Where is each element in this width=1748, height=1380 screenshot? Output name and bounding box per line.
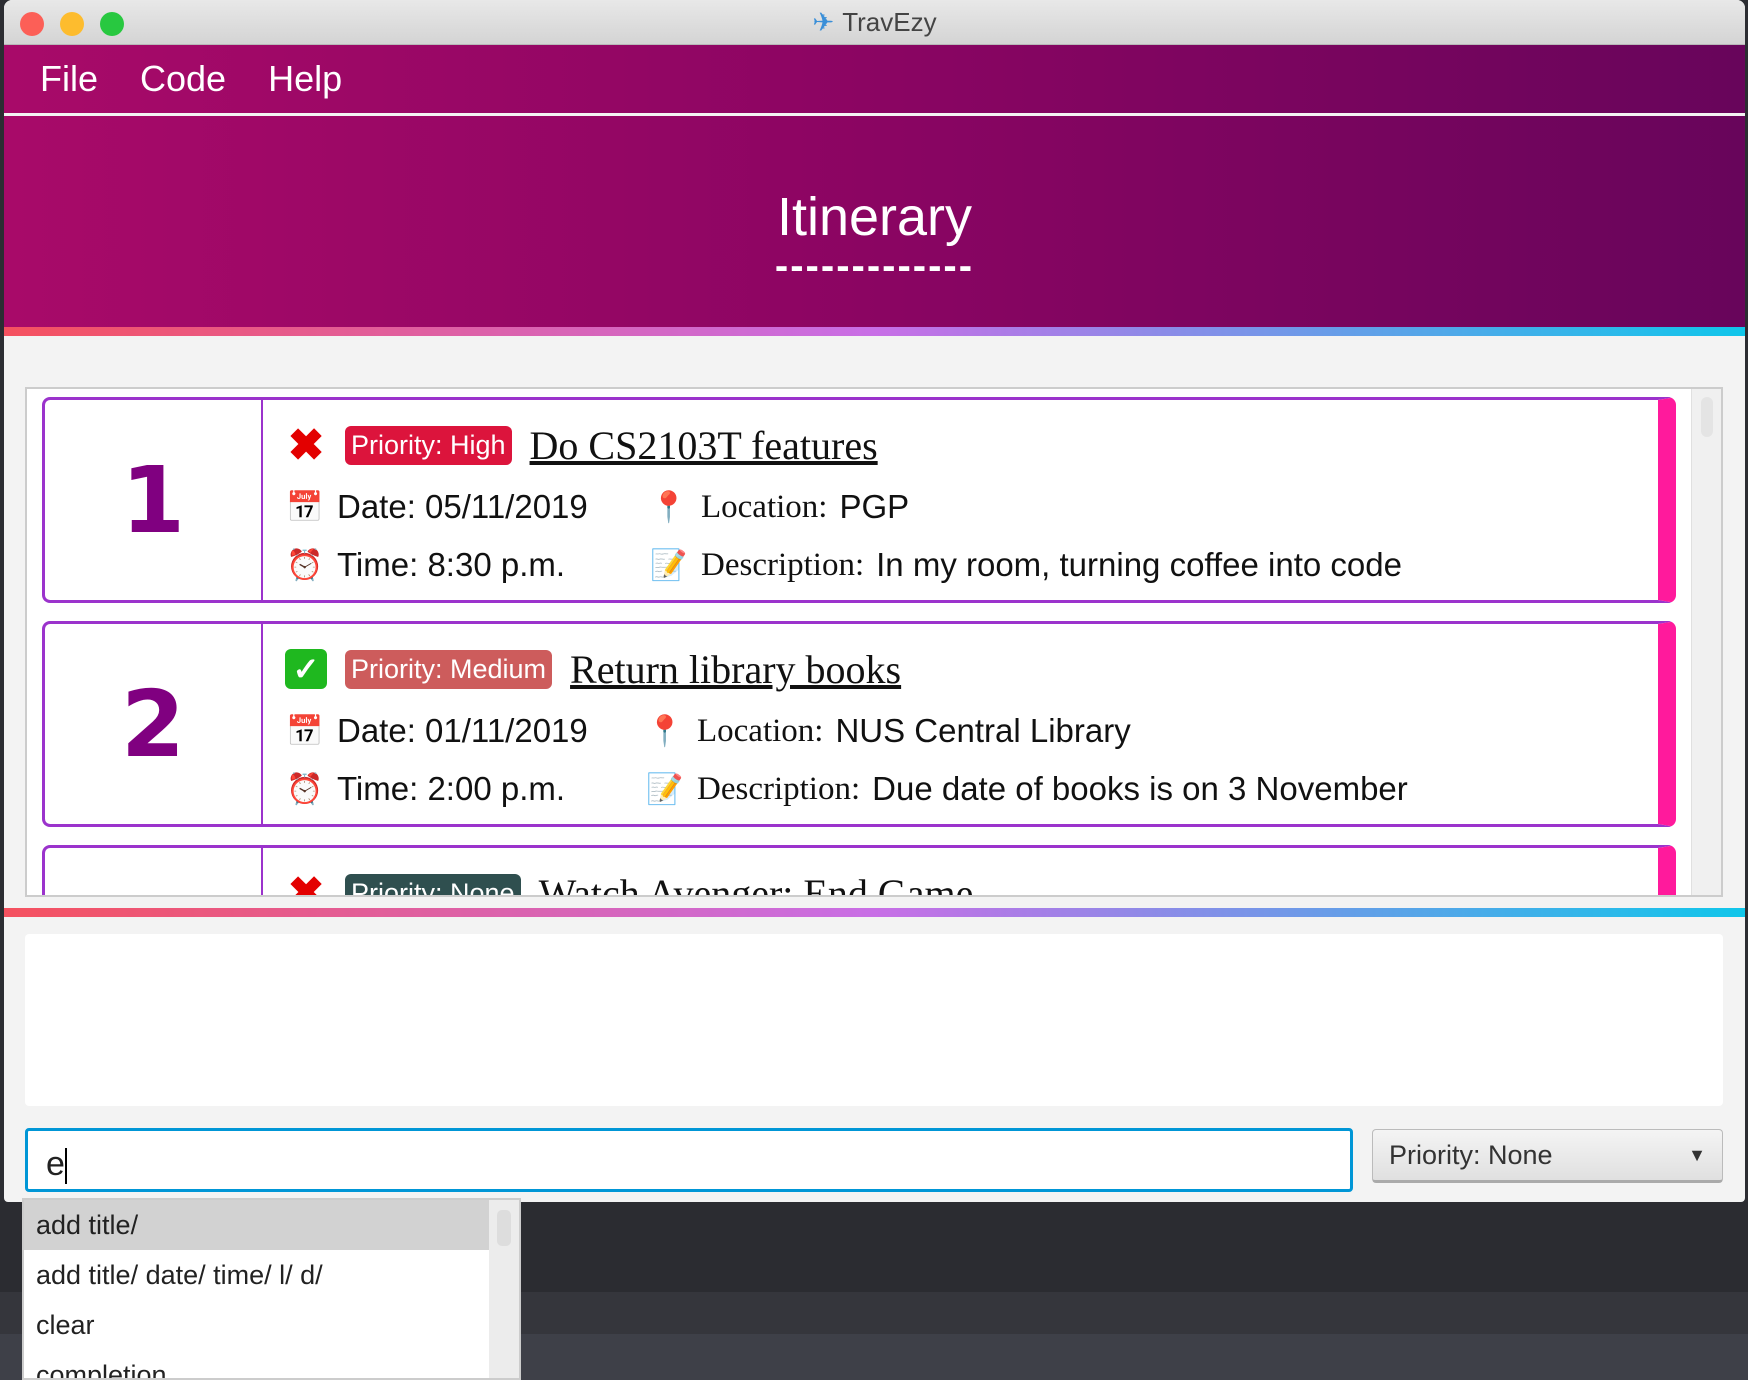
item-index: 1 xyxy=(45,400,263,600)
autocomplete-item[interactable]: add title/ xyxy=(24,1200,489,1250)
autocomplete-item[interactable]: add title/ date/ time/ l/ d/ xyxy=(24,1250,489,1300)
description-label: Description: xyxy=(697,770,861,807)
priority-select[interactable]: Priority: None ▼ xyxy=(1372,1129,1723,1183)
autocomplete-item[interactable]: clear xyxy=(24,1300,489,1350)
item-location: PGP xyxy=(839,488,910,525)
check-icon: ✓ xyxy=(285,649,327,689)
result-display xyxy=(25,934,1723,1106)
menu-bar: File Code Help xyxy=(4,45,1745,113)
autocomplete-item[interactable]: completion xyxy=(24,1350,489,1378)
cross-icon: ✖ xyxy=(287,868,325,897)
pin-icon: 📍 xyxy=(650,490,688,524)
cross-icon: ✖ xyxy=(287,420,325,470)
alarm-clock-icon: ⏰ xyxy=(286,548,324,582)
description-label: Description: xyxy=(701,546,865,583)
item-title: Watch Avenger: End Game xyxy=(538,870,974,897)
maximize-button[interactable] xyxy=(100,12,124,36)
itinerary-card[interactable]: 2 ✓ Priority: Medium Return library book… xyxy=(42,621,1676,827)
autocomplete-popup: add title/ add title/ date/ time/ l/ d/ … xyxy=(22,1198,521,1380)
alarm-clock-icon: ⏰ xyxy=(286,772,324,806)
divider xyxy=(4,908,1745,917)
item-time: Time: 8:30 p.m. xyxy=(337,546,566,583)
autocomplete-scrollbar[interactable] xyxy=(489,1200,519,1378)
item-title: Do CS2103T features xyxy=(529,422,878,468)
title-underline: ------------- xyxy=(774,244,975,288)
page-title: Itinerary xyxy=(776,187,973,247)
divider xyxy=(4,327,1745,336)
calendar-icon: 📅 xyxy=(286,490,324,524)
app-window: ✈ TravEzy File Code Help Itinerary -----… xyxy=(4,0,1745,1202)
priority-badge: Priority: Medium xyxy=(345,649,553,689)
chevron-down-icon: ▼ xyxy=(1688,1144,1706,1165)
itinerary-card[interactable]: 1 ✖ Priority: High Do CS2103T features 📅… xyxy=(42,397,1676,603)
memo-icon: 📝 xyxy=(650,548,688,582)
minimize-button[interactable] xyxy=(60,12,84,36)
window-title: TravEzy xyxy=(842,6,937,37)
menu-file[interactable]: File xyxy=(40,58,98,100)
item-index: 2 xyxy=(45,624,263,824)
menu-code[interactable]: Code xyxy=(140,58,226,100)
memo-icon: 📝 xyxy=(646,772,684,806)
location-label: Location: xyxy=(697,712,824,749)
item-location: NUS Central Library xyxy=(835,712,1131,749)
item-time: Time: 2:00 p.m. xyxy=(337,770,566,807)
location-label: Location: xyxy=(701,488,828,525)
item-index xyxy=(45,848,263,895)
item-date: Date: 01/11/2019 xyxy=(337,712,588,749)
priority-badge: Priority: None xyxy=(345,873,521,895)
title-bar: ✈ TravEzy xyxy=(4,0,1745,45)
page-header: Itinerary ------------- xyxy=(4,116,1745,327)
calendar-icon: 📅 xyxy=(286,714,324,748)
item-description: In my room, turning coffee into code xyxy=(876,546,1402,583)
menu-help[interactable]: Help xyxy=(268,58,342,100)
item-description: Due date of books is on 3 November xyxy=(872,770,1408,807)
item-date: Date: 05/11/2019 xyxy=(337,488,588,525)
list-scrollbar[interactable] xyxy=(1691,389,1721,895)
itinerary-list: 1 ✖ Priority: High Do CS2103T features 📅… xyxy=(25,387,1723,897)
command-text: e xyxy=(46,1145,65,1183)
airplane-icon: ✈ xyxy=(812,6,835,37)
pin-icon: 📍 xyxy=(646,714,684,748)
priority-select-value: Priority: None xyxy=(1389,1139,1553,1170)
itinerary-card[interactable]: ✖ Priority: None Watch Avenger: End Game xyxy=(42,845,1676,897)
priority-badge: Priority: High xyxy=(345,425,512,465)
close-button[interactable] xyxy=(20,12,44,36)
item-title: Return library books xyxy=(570,646,902,692)
command-input[interactable]: e xyxy=(25,1128,1353,1192)
